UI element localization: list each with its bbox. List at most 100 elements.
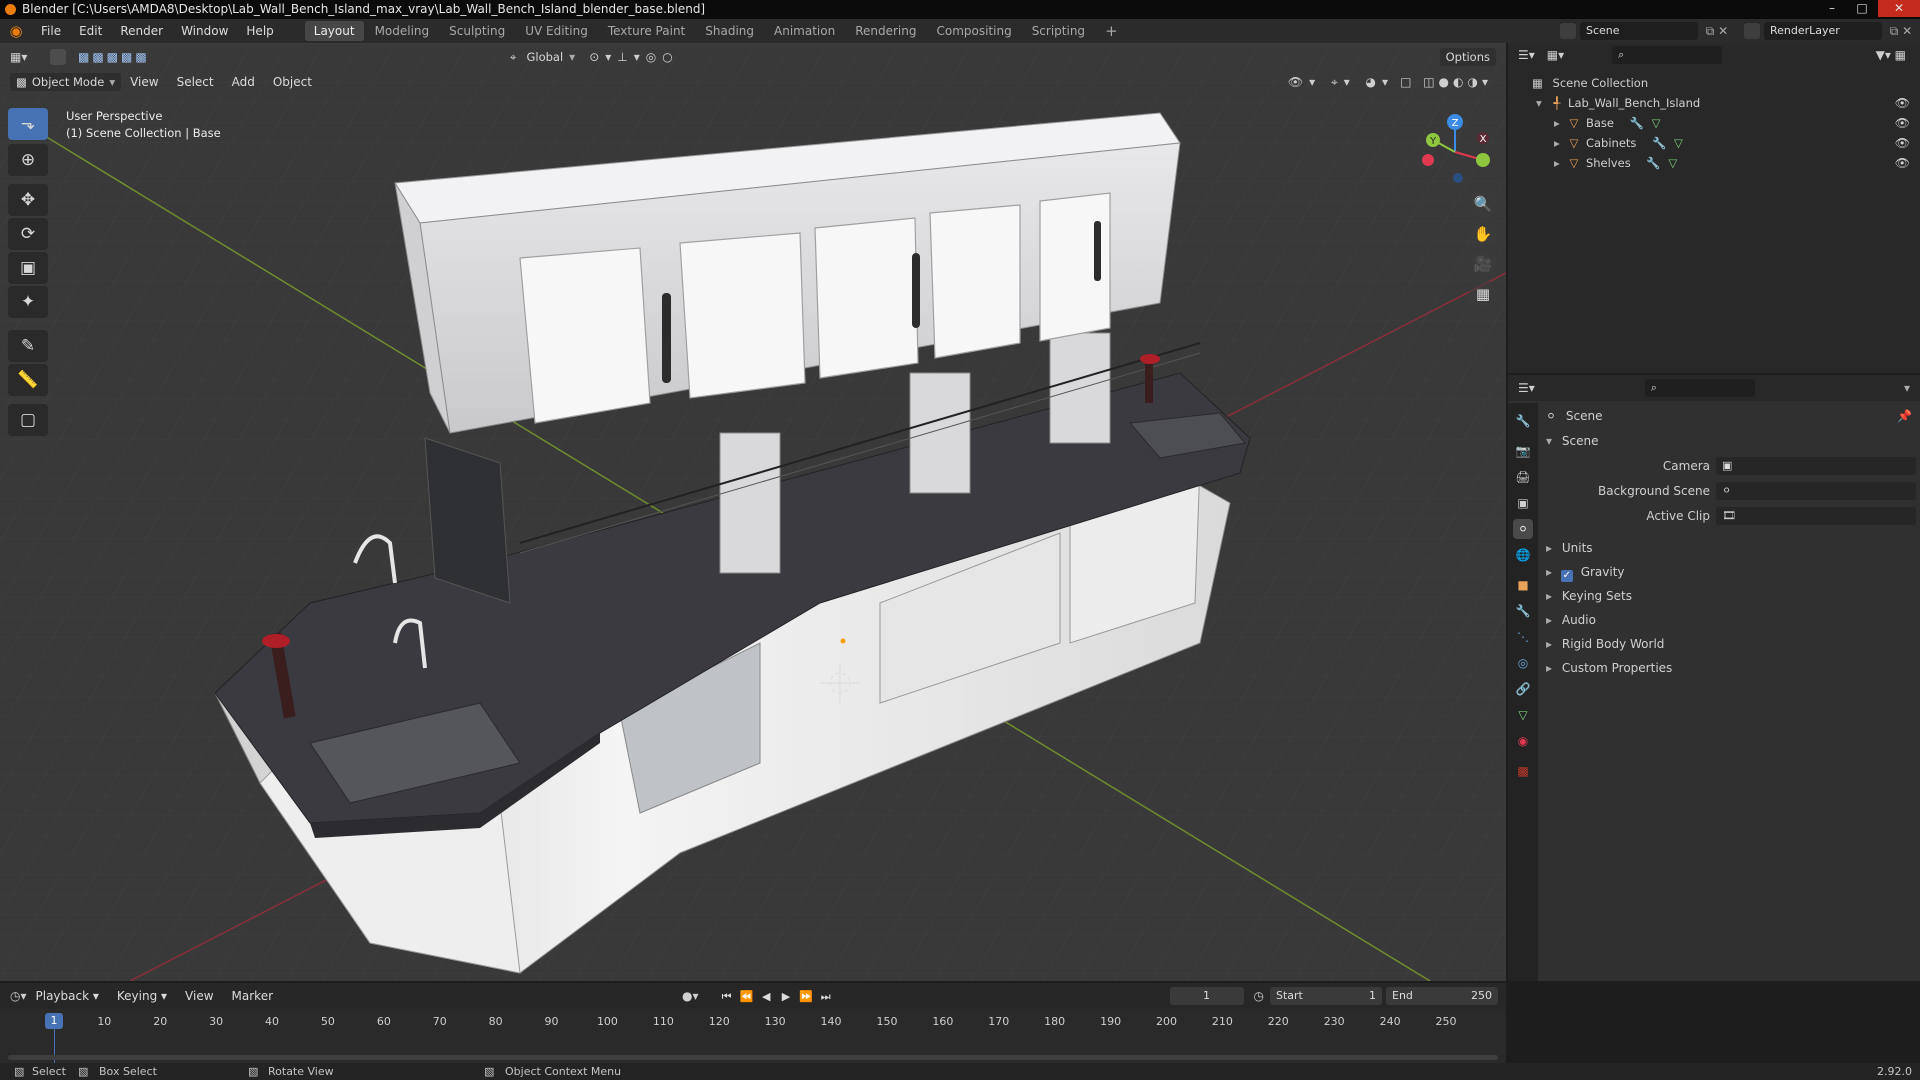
gravity-checkbox[interactable]: ✓ [1560,570,1573,582]
chevron-right-icon[interactable]: ▸ [1554,156,1560,170]
modifier-wrench-icon[interactable]: 🔧 [1630,116,1644,130]
outliner-item-base[interactable]: ▸ ▽ Base 🔧 ▽ 👁 [1508,113,1920,133]
add-workspace-icon[interactable]: + [1096,21,1127,41]
end-frame-field[interactable]: End 250 [1386,987,1498,1005]
render-tab-icon[interactable]: 📷 [1513,441,1533,461]
physics-tab-icon[interactable]: ◎ [1513,653,1533,673]
tab-animation[interactable]: Animation [765,21,844,41]
tab-shading[interactable]: Shading [696,21,763,41]
modifier-wrench-icon[interactable]: 🔧 [1646,156,1660,170]
blender-menu-icon[interactable]: ◉ [0,22,32,40]
minimize-icon[interactable]: – [1818,0,1846,17]
scene-new-icon[interactable]: ⧉ ✕ [1698,24,1736,39]
viewport-menu-add[interactable]: Add [223,70,264,94]
constraints-tab-icon[interactable]: 🔗 [1513,679,1533,699]
chevron-right-icon[interactable]: ▸ [1554,116,1560,130]
camera-view-icon[interactable]: 🎥 [1469,250,1497,278]
transform-orientation[interactable]: ⌖ Global ▾ [510,48,575,66]
pan-hand-icon[interactable]: ✋ [1469,220,1497,248]
material-tab-icon[interactable]: ◉ [1513,731,1533,751]
outliner-item-cabinets[interactable]: ▸ ▽ Cabinets 🔧 ▽ 👁 [1508,133,1920,153]
panel-keying-sets[interactable]: ▸ Keying Sets [1546,585,1916,607]
outliner-search-input[interactable]: ⌕ [1612,46,1723,64]
select-box-tool[interactable]: ⬎ [8,108,48,140]
panel-audio[interactable]: ▸ Audio [1546,609,1916,631]
tab-texture-paint[interactable]: Texture Paint [599,21,694,41]
viewport-3d[interactable] [0,43,1506,981]
panel-custom-properties[interactable]: ▸ Custom Properties [1546,657,1916,679]
outliner-editor-icon[interactable]: ☰▾ [1518,48,1535,62]
play-icon[interactable]: ▶ [778,990,794,1003]
record-icon[interactable]: ●▾ [682,989,699,1003]
zoom-icon[interactable]: 🔍 [1469,190,1497,218]
properties-search-input[interactable]: ⌕ [1644,379,1755,397]
start-frame-field[interactable]: Start 1 [1270,987,1382,1005]
scene-tab-icon[interactable]: ⚪ [1513,519,1533,539]
tab-rendering[interactable]: Rendering [846,21,925,41]
jump-start-icon[interactable]: ⏮ [719,990,735,1004]
tab-scripting[interactable]: Scripting [1023,21,1094,41]
tab-layout[interactable]: Layout [304,21,364,41]
navigation-gizmo[interactable]: Z Y X [1420,110,1490,190]
tab-compositing[interactable]: Compositing [927,21,1020,41]
renderlayer-new-icon[interactable]: ⧉ ✕ [1882,24,1920,39]
timeline-ruler[interactable]: 10 20 30 40 50 60 70 80 90 100 110 120 130 140 150 160 1… [0,1009,1506,1063]
timeline-menu-marker[interactable]: Marker [223,984,282,1008]
annotate-tool[interactable]: ✎ [8,330,48,362]
viewport-menu-object[interactable]: Object [264,70,321,94]
outliner-collection-row[interactable]: ▾ ╃ Lab_Wall_Bench_Island 👁 [1508,93,1920,113]
visibility-eye-icon[interactable]: 👁 [1895,133,1910,153]
close-icon[interactable]: ✕ [1878,0,1920,17]
preview-range-clock-icon[interactable]: ◷ [1254,989,1264,1003]
texture-tab-icon[interactable]: ▩ [1513,761,1533,781]
panel-rigid-body-world[interactable]: ▸ Rigid Body World [1546,633,1916,655]
timeline-menu-view[interactable]: View [176,984,222,1008]
scene-icon[interactable] [1560,23,1576,39]
timeline-scrollbar[interactable] [8,1055,1498,1060]
menu-edit[interactable]: Edit [70,19,111,43]
timeline-menu-playback[interactable]: Playback ▾ [27,984,108,1008]
move-tool[interactable]: ✥ [8,184,48,216]
scale-tool[interactable]: ▣ [8,252,48,284]
display-mode-icon[interactable]: ▦▾ [1547,48,1564,62]
add-cube-tool[interactable]: ▢ [8,404,48,436]
scene-selector[interactable]: Scene [1580,22,1698,40]
orientation-value[interactable]: Global [520,48,569,66]
filter-icon[interactable]: ▼▾ ▦ [1876,48,1906,62]
panel-units[interactable]: ▸ Units [1546,537,1916,559]
chevron-down-icon[interactable]: ▾ [1536,96,1542,110]
panel-gravity[interactable]: ▸ ✓ Gravity [1546,561,1916,583]
particles-tab-icon[interactable]: ⋱ [1513,627,1533,647]
outliner-item-shelves[interactable]: ▸ ▽ Shelves 🔧 ▽ 👁 [1508,153,1920,173]
tab-uv-editing[interactable]: UV Editing [516,21,597,41]
next-keyframe-icon[interactable]: ⏩ [798,990,814,1003]
mesh-data-icon[interactable]: ▽ [1668,156,1677,170]
outliner-scene-collection[interactable]: ▦ Scene Collection [1508,73,1920,93]
renderlayer-icon[interactable] [1744,23,1760,39]
tab-modeling[interactable]: Modeling [366,21,439,41]
properties-editor-icon[interactable]: ☰▾ [1518,381,1535,395]
visibility-eye-icon[interactable]: 👁 [1895,93,1910,113]
modifier-tab-icon[interactable]: 🔧 [1513,601,1533,621]
pivot-snap-icons[interactable]: ⊙▾⊥▾◎○ [589,50,679,64]
mesh-data-icon[interactable]: ▽ [1652,116,1661,130]
play-reverse-icon[interactable]: ◀ [758,990,774,1003]
shading-mode-icons[interactable]: □ ◫●◐◑▾ [1400,75,1492,89]
transform-tool[interactable]: ✦ [8,286,48,318]
menu-help[interactable]: Help [237,19,282,43]
modifier-wrench-icon[interactable]: 🔧 [1652,136,1666,150]
data-tab-icon[interactable]: ▽ [1513,705,1533,725]
visibility-gizmo-icons[interactable]: 👁▾ ⌖▾ ◕▾ [1288,75,1394,90]
output-tab-icon[interactable]: 🖨 [1513,467,1533,487]
world-tab-icon[interactable]: 🌐 [1513,545,1533,565]
chevron-right-icon[interactable]: ▸ [1554,136,1560,150]
jump-end-icon[interactable]: ⏭ [818,990,834,1004]
playhead[interactable]: 1 [45,1013,63,1029]
visibility-eye-icon[interactable]: 👁 [1895,113,1910,133]
panel-scene-header[interactable]: ▾ Scene [1546,430,1916,452]
select-mode-icon[interactable] [50,49,66,65]
active-clip-field[interactable]: 🎞 [1716,507,1916,525]
maximize-icon[interactable]: □ [1848,0,1876,17]
view-layer-tab-icon[interactable]: ▣ [1513,493,1533,513]
selection-mode-icons[interactable]: ▩▩▩▩▩ [78,50,150,64]
